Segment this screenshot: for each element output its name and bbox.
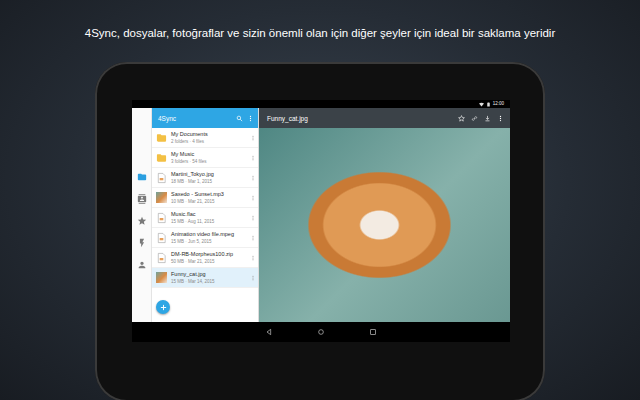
file-name: Music.flac xyxy=(171,211,246,218)
add-button[interactable] xyxy=(156,300,170,314)
file-info: Martini_Tokyo.jpg18 MB · Mar 1, 2015 xyxy=(171,171,246,185)
file-row[interactable]: Saxedo - Sunset.mp310 MB · Mar 21, 2015 xyxy=(152,188,258,208)
file-info: DM-RB-Morpheus100.zip50 MB · Mar 21, 201… xyxy=(171,251,246,265)
folder-icon xyxy=(156,152,167,164)
file-list: My Documents2 folders · 4 files My Music3… xyxy=(152,128,258,288)
wifi-icon xyxy=(479,102,484,107)
system-nav-bar xyxy=(132,322,510,342)
file-meta: 10 MB · Mar 21, 2015 xyxy=(171,199,246,205)
file-row[interactable]: Martini_Tokyo.jpg18 MB · Mar 1, 2015 xyxy=(152,168,258,188)
file-info: Funny_cat.jpg15 MB · Mar 14, 2015 xyxy=(171,271,246,285)
file-viewer: Funny_cat.jpg xyxy=(259,108,510,322)
nav-item[interactable] xyxy=(137,216,147,226)
file-meta: 2 folders · 4 files xyxy=(171,139,246,145)
plus-icon xyxy=(159,303,168,312)
row-more-icon[interactable] xyxy=(250,135,256,141)
file-row[interactable]: Music.flac15 MB · Aug 11, 2015 xyxy=(152,208,258,228)
file-name: Martini_Tokyo.jpg xyxy=(171,171,246,178)
cat-photo xyxy=(259,128,510,322)
file-list-panel: 4Sync My Documents2 folders · 4 files My M… xyxy=(152,108,259,322)
file-name: My Music xyxy=(171,151,246,158)
file-row[interactable]: My Music3 folders · 54 files xyxy=(152,148,258,168)
activity-icon xyxy=(137,238,147,248)
app-area: 4Sync My Documents2 folders · 4 files My M… xyxy=(132,108,510,322)
file-info: My Documents2 folders · 4 files xyxy=(171,131,246,145)
folder-icon xyxy=(156,132,167,144)
tablet-screen: 12:00 4Sync My Documents2 folders · 4 file… xyxy=(132,100,510,342)
account-icon xyxy=(137,260,147,270)
row-more-icon[interactable] xyxy=(250,175,256,181)
thumbnail-icon xyxy=(156,192,167,203)
nav-item[interactable] xyxy=(137,260,147,270)
viewer-header: Funny_cat.jpg xyxy=(259,108,510,128)
link-icon[interactable] xyxy=(471,115,478,122)
document-icon xyxy=(156,252,167,264)
row-more-icon[interactable] xyxy=(250,155,256,161)
file-info: Saxedo - Sunset.mp310 MB · Mar 21, 2015 xyxy=(171,191,246,205)
battery-icon xyxy=(486,102,491,107)
file-meta: 15 MB · Mar 14, 2015 xyxy=(171,279,246,285)
document-icon xyxy=(156,212,167,224)
file-name: Funny_cat.jpg xyxy=(171,271,246,278)
status-bar: 12:00 xyxy=(132,100,510,108)
row-more-icon[interactable] xyxy=(250,255,256,261)
nav-item[interactable] xyxy=(137,194,147,204)
row-more-icon[interactable] xyxy=(250,215,256,221)
nav-item[interactable] xyxy=(137,238,147,248)
file-meta: 15 MB · Aug 11, 2015 xyxy=(171,219,246,225)
download-icon[interactable] xyxy=(484,115,491,122)
file-name: DM-RB-Morpheus100.zip xyxy=(171,251,246,258)
file-meta: 18 MB · Mar 1, 2015 xyxy=(171,179,246,185)
row-more-icon[interactable] xyxy=(250,195,256,201)
document-icon xyxy=(156,172,167,184)
file-info: My Music3 folders · 54 files xyxy=(171,151,246,165)
files-icon xyxy=(137,172,147,182)
file-info: Animation video file.mpeg15 MB · Jun 5, … xyxy=(171,231,246,245)
viewer-title: Funny_cat.jpg xyxy=(267,115,452,122)
file-name: Animation video file.mpeg xyxy=(171,231,246,238)
file-row[interactable]: Funny_cat.jpg15 MB · Mar 14, 2015 xyxy=(152,268,258,288)
file-row[interactable]: DM-RB-Morpheus100.zip50 MB · Mar 21, 201… xyxy=(152,248,258,268)
promo-caption: 4Sync, dosyalar, fotoğraflar ve sizin ön… xyxy=(0,0,640,40)
row-more-icon[interactable] xyxy=(250,235,256,241)
search-icon[interactable] xyxy=(236,115,243,122)
home-icon[interactable] xyxy=(317,328,325,336)
file-name: Saxedo - Sunset.mp3 xyxy=(171,191,246,198)
star-icon[interactable] xyxy=(458,115,465,122)
contacts-icon xyxy=(137,194,147,204)
tablet-frame: 12:00 4Sync My Documents2 folders · 4 file… xyxy=(95,62,545,400)
list-header: 4Sync xyxy=(152,108,258,128)
nav-item[interactable] xyxy=(137,172,147,182)
viewer-more-icon[interactable] xyxy=(497,115,504,122)
row-more-icon[interactable] xyxy=(250,275,256,281)
file-info: Music.flac15 MB · Aug 11, 2015 xyxy=(171,211,246,225)
file-name: My Documents xyxy=(171,131,246,138)
file-row[interactable]: Animation video file.mpeg15 MB · Jun 5, … xyxy=(152,228,258,248)
file-meta: 15 MB · Jun 5, 2015 xyxy=(171,239,246,245)
thumbnail-icon xyxy=(156,272,167,283)
file-row[interactable]: My Documents2 folders · 4 files xyxy=(152,128,258,148)
file-meta: 50 MB · Mar 21, 2015 xyxy=(171,259,246,265)
document-icon xyxy=(156,232,167,244)
recent-apps-icon[interactable] xyxy=(369,328,377,336)
status-time: 12:00 xyxy=(493,101,504,107)
favorites-icon xyxy=(137,216,147,226)
file-meta: 3 folders · 54 files xyxy=(171,159,246,165)
nav-rail xyxy=(132,108,152,322)
promo-page: 4Sync, dosyalar, fotoğraflar ve sizin ön… xyxy=(0,0,640,400)
more-icon[interactable] xyxy=(247,115,254,122)
back-icon[interactable] xyxy=(265,328,273,336)
app-title: 4Sync xyxy=(158,115,232,122)
